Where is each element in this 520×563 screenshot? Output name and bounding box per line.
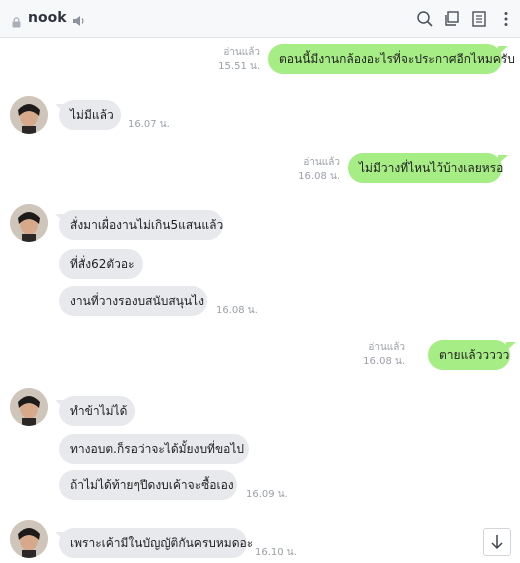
chat-header: nook bbox=[0, 0, 520, 38]
chat-title: nook bbox=[28, 10, 67, 26]
message-text: ถ้าไม่ได้ท้ายๆปีดงบเค้าจะซื้อเอง bbox=[70, 478, 234, 492]
read-receipt: อ่านแล้ว 16.08 น. bbox=[363, 342, 405, 367]
message-time: 16.08 น. bbox=[216, 305, 258, 316]
avatar[interactable] bbox=[10, 388, 48, 426]
message-list: อ่านแล้ว 15.51 น. ตอนนี้มีงานกล้องอะไรที… bbox=[0, 38, 520, 563]
message-text: ทำข้าไม่ได้ bbox=[70, 404, 128, 418]
more-icon[interactable] bbox=[497, 10, 515, 28]
incoming-message[interactable]: ที่สั่ง62ตัวอะ bbox=[59, 249, 143, 279]
outgoing-message[interactable]: ไม่มีวางที่ไหนไว้บ้างเลยหรอ bbox=[348, 153, 504, 183]
incoming-message[interactable]: งานที่วางรองบสนับสนุนไง bbox=[59, 286, 207, 316]
notes-icon[interactable] bbox=[470, 10, 488, 28]
incoming-message[interactable]: สั่งมาเผื่องานไม่เกิน5แสนแล้ว bbox=[59, 210, 223, 240]
message-text: ไม่มีแล้ว bbox=[70, 108, 114, 122]
message-time: 16.07 น. bbox=[128, 119, 170, 130]
copy-icon[interactable] bbox=[443, 10, 461, 28]
arrow-down-icon bbox=[491, 535, 503, 550]
incoming-message[interactable]: ทางอบต.ก็รอว่าจะได้มั้ยงบที่ขอไป bbox=[59, 434, 249, 464]
lock-icon bbox=[12, 13, 21, 32]
message-text: ไม่มีวางที่ไหนไว้บ้างเลยหรอ bbox=[359, 161, 504, 175]
bubble-tail bbox=[498, 46, 508, 55]
scroll-to-bottom-button[interactable] bbox=[483, 528, 511, 556]
incoming-message[interactable]: ถ้าไม่ได้ท้ายๆปีดงบเค้าจะซื้อเอง bbox=[59, 470, 237, 500]
message-text: งานที่วางรองบสนับสนุนไง bbox=[70, 294, 204, 308]
incoming-message[interactable]: เพราะเค้ามีในบัญญัติกันครบหมดอะ bbox=[59, 528, 253, 558]
bubble-tail bbox=[498, 155, 508, 164]
avatar[interactable] bbox=[10, 520, 48, 558]
message-text: ตอนนี้มีงานกล้องอะไรที่จะประกาศอีกไหมครั… bbox=[279, 52, 515, 66]
message-time: 16.10 น. bbox=[255, 547, 297, 558]
message-text: สั่งมาเผื่องานไม่เกิน5แสนแล้ว bbox=[70, 218, 224, 232]
incoming-message[interactable]: ทำข้าไม่ได้ bbox=[59, 396, 135, 426]
read-receipt: อ่านแล้ว 15.51 น. bbox=[218, 47, 260, 72]
speaker-icon[interactable] bbox=[72, 12, 86, 31]
read-receipt: อ่านแล้ว 16.08 น. bbox=[298, 157, 340, 182]
search-icon[interactable] bbox=[416, 10, 434, 28]
outgoing-message[interactable]: ตอนนี้มีงานกล้องอะไรที่จะประกาศอีกไหมครั… bbox=[268, 44, 515, 74]
message-text: ที่สั่ง62ตัวอะ bbox=[70, 257, 135, 271]
outgoing-message[interactable]: ตายแล้ววววว bbox=[428, 340, 510, 370]
bubble-tail bbox=[506, 342, 516, 351]
message-time: 16.09 น. bbox=[246, 489, 288, 500]
message-text: ทางอบต.ก็รอว่าจะได้มั้ยงบที่ขอไป bbox=[70, 442, 245, 456]
avatar[interactable] bbox=[10, 96, 48, 134]
message-text: เพราะเค้ามีในบัญญัติกันครบหมดอะ bbox=[70, 536, 254, 550]
message-text: ตายแล้ววววว bbox=[439, 348, 510, 362]
incoming-message[interactable]: ไม่มีแล้ว bbox=[59, 100, 121, 130]
avatar[interactable] bbox=[10, 204, 48, 242]
